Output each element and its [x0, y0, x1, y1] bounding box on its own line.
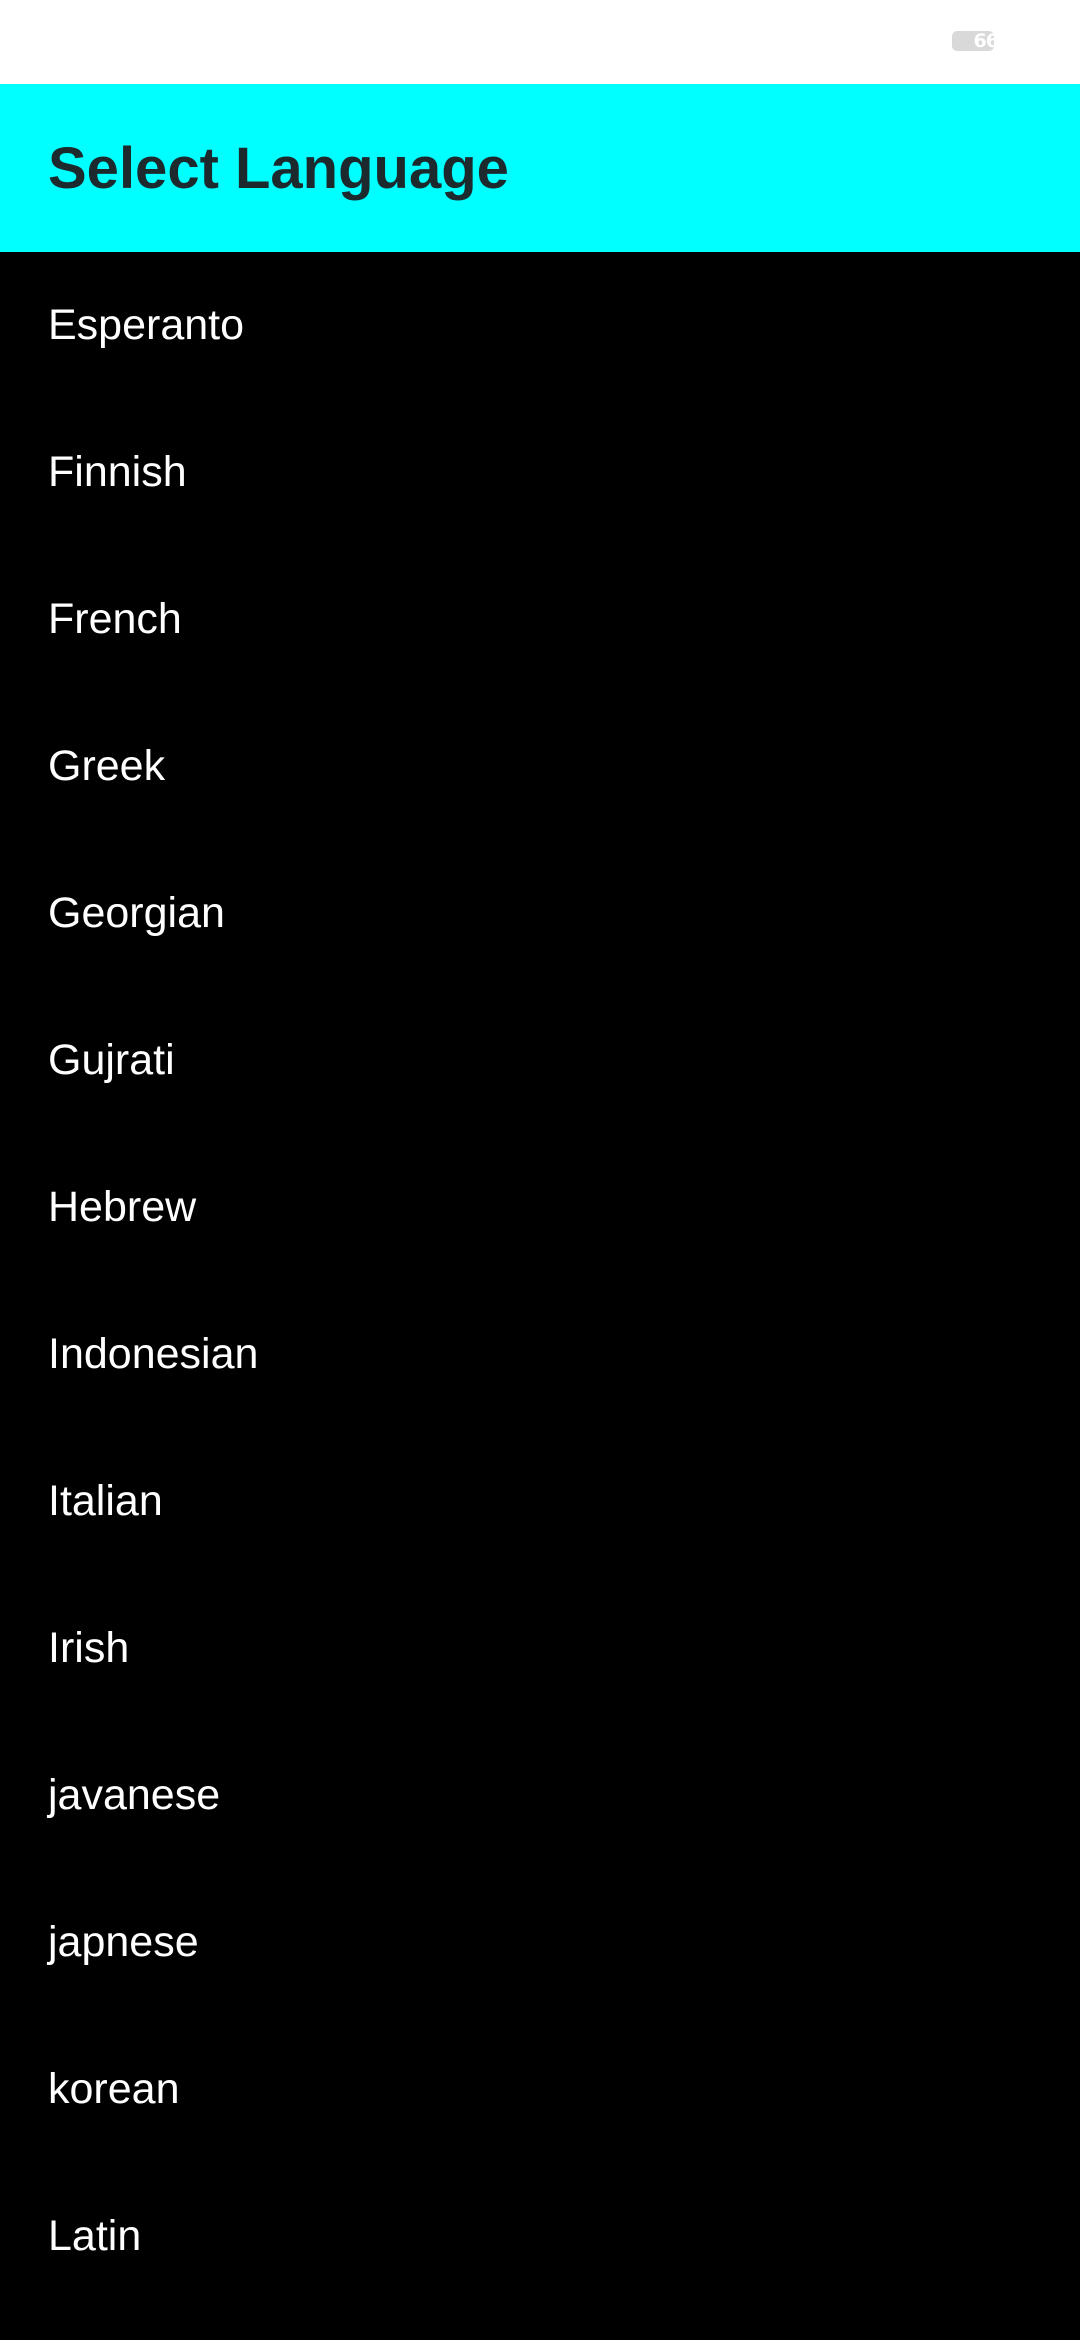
language-item-french[interactable]: French	[0, 546, 1080, 693]
language-item-latin[interactable]: Latin	[0, 2163, 1080, 2310]
language-item-georgian[interactable]: Georgian	[0, 840, 1080, 987]
language-item-japnese[interactable]: japnese	[0, 1869, 1080, 2016]
language-item-irish[interactable]: Irish	[0, 1575, 1080, 1722]
language-item-finnish[interactable]: Finnish	[0, 399, 1080, 546]
language-item-italian[interactable]: Italian	[0, 1428, 1080, 1575]
language-item-indonesian[interactable]: Indonesian	[0, 1281, 1080, 1428]
page-title: Select Language	[48, 135, 509, 201]
language-item-hebrew[interactable]: Hebrew	[0, 1134, 1080, 1281]
language-item-gujrati[interactable]: Gujrati	[0, 987, 1080, 1134]
language-item-korean[interactable]: korean	[0, 2016, 1080, 2163]
language-list: Esperanto Finnish French Greek Georgian …	[0, 252, 1080, 2310]
app-bar: Select Language	[0, 84, 1080, 252]
status-bar: 66	[0, 0, 1080, 84]
battery-icon: 66	[952, 31, 994, 51]
language-item-greek[interactable]: Greek	[0, 693, 1080, 840]
language-item-javanese[interactable]: javanese	[0, 1722, 1080, 1869]
battery-level: 66	[973, 31, 994, 51]
language-item-esperanto[interactable]: Esperanto	[0, 252, 1080, 399]
